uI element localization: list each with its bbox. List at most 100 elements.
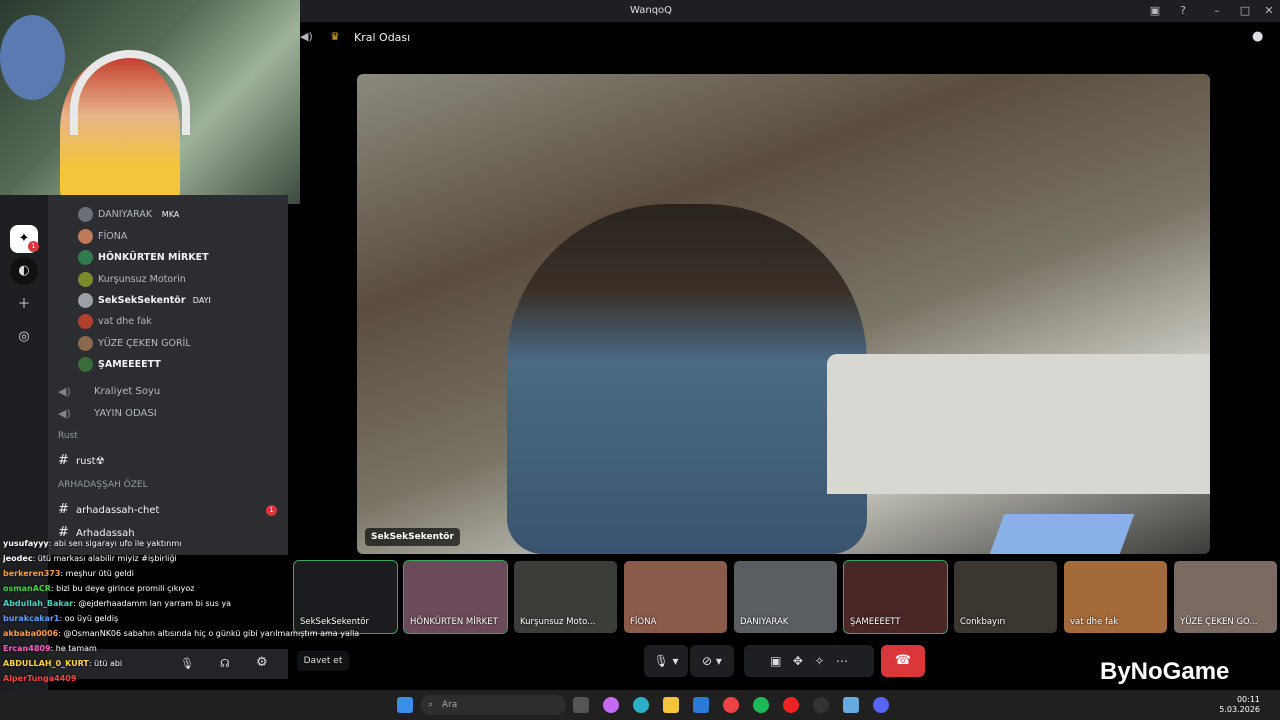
avatar <box>78 272 93 287</box>
close-icon[interactable]: ✕ <box>1262 4 1276 18</box>
voice-user-row[interactable]: FİONA <box>48 227 288 247</box>
activity-controls: ▣ ✥ ✧ ⋯ <box>744 645 874 677</box>
chat-username: burakcakar1 <box>3 614 60 623</box>
speaker-icon: ◀) <box>58 385 71 398</box>
chat-username: AlperTunga4409 <box>3 674 77 683</box>
more-icon[interactable]: ⋯ <box>836 654 848 668</box>
app-icon[interactable] <box>843 697 859 713</box>
chat-text: : ütü markası alabilir miyiz #işbirliği <box>32 554 177 563</box>
avatar <box>78 250 93 265</box>
streamer-webcam <box>0 0 300 204</box>
avatar <box>78 314 93 329</box>
store-icon[interactable] <box>693 697 709 713</box>
system-clock[interactable]: 00:11 5.03.2026 <box>1219 695 1260 715</box>
chrome-icon[interactable] <box>723 697 739 713</box>
file-explorer-icon[interactable] <box>663 697 679 713</box>
maximize-icon[interactable]: □ <box>1238 4 1252 18</box>
mic-control-button[interactable]: 🎙︎ ▾ <box>644 645 688 677</box>
edge-icon[interactable] <box>633 697 649 713</box>
title-bar: WanqoQ ▣ ? – □ ✕ <box>300 0 1280 22</box>
participant-tile[interactable]: ŞAMEEEETT <box>843 560 948 634</box>
text-channel-name: rust☢ <box>76 456 105 467</box>
channel-category[interactable]: Rust <box>58 431 78 441</box>
channel-category[interactable]: ARHADAŞŞAH ÖZEL <box>58 480 148 490</box>
opera-icon[interactable] <box>783 697 799 713</box>
discord-icon[interactable] <box>873 697 889 713</box>
chat-username: Ercan4809 <box>3 644 51 653</box>
text-channel[interactable]: # rust☢ <box>48 452 288 472</box>
voice-user-row[interactable]: HÖNKÜRTEN MİRKET <box>48 248 288 268</box>
task-view-icon[interactable] <box>573 697 589 713</box>
soundboard-icon[interactable]: ✧ <box>814 654 824 668</box>
participant-tile[interactable]: HÖNKÜRTEN MİRKET <box>403 560 508 634</box>
chat-text: : ütü abi <box>88 659 123 668</box>
participant-tile[interactable]: DANIYARAK <box>734 561 837 633</box>
voice-user-row[interactable]: Kurşunsuz Motorin <box>48 270 288 290</box>
chat-message: Ercan4809: he tamam <box>3 644 97 653</box>
chat-username: berkeren373 <box>3 569 61 578</box>
voice-user-name: DANIYARAK <box>98 209 153 220</box>
voice-user-name: ŞAMEEEETT <box>98 359 161 370</box>
voice-channel[interactable]: ◀) Kraliyet Soyu <box>48 382 288 402</box>
participant-tile[interactable]: Conkbayırı <box>954 561 1057 633</box>
voice-user-row[interactable]: SekSekSekentör DAYI <box>48 291 288 311</box>
chat-toggle-icon[interactable]: ● <box>1252 29 1263 44</box>
chat-text: : @ejderhaadamm lan yarram bi sus ya <box>73 599 232 608</box>
taskbar-search[interactable]: ⌕ Ara <box>420 695 566 715</box>
participant-name: FİONA <box>630 617 657 627</box>
search-placeholder: Ara <box>441 700 458 710</box>
help-icon[interactable]: ? <box>1176 4 1190 18</box>
voice-channel[interactable]: ◀) YAYIN ODASI <box>48 404 288 424</box>
discover-icon[interactable]: ◎ <box>10 323 38 351</box>
inbox-icon[interactable]: ▣ <box>1148 4 1162 18</box>
copilot-icon[interactable] <box>603 697 619 713</box>
participant-tile[interactable]: vat dhe fak <box>1064 561 1167 633</box>
text-channel[interactable]: # arhadassah-chet 1 <box>48 501 288 521</box>
spotify-icon[interactable] <box>753 697 769 713</box>
window-title: WanqoQ <box>630 5 673 16</box>
windows-start-icon[interactable] <box>397 697 413 713</box>
participant-tile[interactable]: SekSekSekentör <box>293 560 398 634</box>
invite-button[interactable]: Davet et <box>297 651 349 671</box>
voice-user-name: HÖNKÜRTEN MİRKET <box>98 252 209 263</box>
user-role-tag: DAYI <box>192 296 211 305</box>
channel-watermark: ByNoGame <box>1100 658 1230 685</box>
server-badge: 1 <box>28 241 39 252</box>
chat-message: ABDULLAH_0_KURT: ütü abi <box>3 659 122 668</box>
participant-name: YÜZE ÇEKEN GO... <box>1180 617 1258 627</box>
voice-user-row[interactable]: ŞAMEEEETT <box>48 355 288 375</box>
chat-username: Abdullah_Bakar <box>3 599 74 608</box>
chat-text: : meşhur ütü geldi <box>60 569 134 578</box>
camera-control-button[interactable]: ⊘ ▾ <box>690 645 734 677</box>
speaker-icon: ◀) <box>58 407 71 420</box>
chat-message: yusufayyy: abi sen sigarayı ufo ile yakt… <box>3 539 181 548</box>
windows-taskbar: ⌕ Ara 00:11 5.03.2026 <box>0 690 1280 720</box>
participant-tile[interactable]: Kurşunsuz Moto... <box>514 561 617 633</box>
hash-icon: # <box>58 453 69 468</box>
server-icon-second[interactable]: ◐ <box>10 257 38 285</box>
minimize-icon[interactable]: – <box>1210 4 1224 18</box>
chat-text: : oo üyü geldiş <box>59 614 119 623</box>
activities-icon[interactable]: ✥ <box>793 654 803 668</box>
chat-message: akbaba0006: @OsmanNK06 sabahın altısında… <box>3 629 359 638</box>
main-video-feed[interactable]: SekSekSekentör <box>357 74 1210 554</box>
avatar <box>78 336 93 351</box>
chat-message: osmanACR: bizi bu deye girince promili ç… <box>3 584 194 593</box>
clock-time: 00:11 <box>1236 695 1260 704</box>
add-server-icon[interactable]: ＋ <box>10 291 38 319</box>
avatar <box>78 293 93 308</box>
search-icon: ⌕ <box>428 700 434 710</box>
screen-share-icon[interactable]: ▣ <box>770 654 781 668</box>
obs-icon[interactable] <box>813 697 829 713</box>
avatar <box>78 357 93 372</box>
disconnect-button[interactable]: ☎ <box>881 645 925 677</box>
participant-name: Kurşunsuz Moto... <box>520 617 596 627</box>
voice-user-row[interactable]: vat dhe fak <box>48 312 288 332</box>
chat-text: : bizi bu deye girince promili çıkıyoz <box>50 584 195 593</box>
participant-name: vat dhe fak <box>1070 617 1119 627</box>
voice-user-row[interactable]: YÜZE ÇEKEN GORİL <box>48 334 288 354</box>
voice-user-row[interactable]: DANIYARAK MKA <box>48 205 288 225</box>
chat-text: : abi sen sigarayı ufo ile yaktınmı <box>48 539 182 548</box>
participant-tile[interactable]: YÜZE ÇEKEN GO... <box>1174 561 1277 633</box>
participant-tile[interactable]: FİONA <box>624 561 727 633</box>
